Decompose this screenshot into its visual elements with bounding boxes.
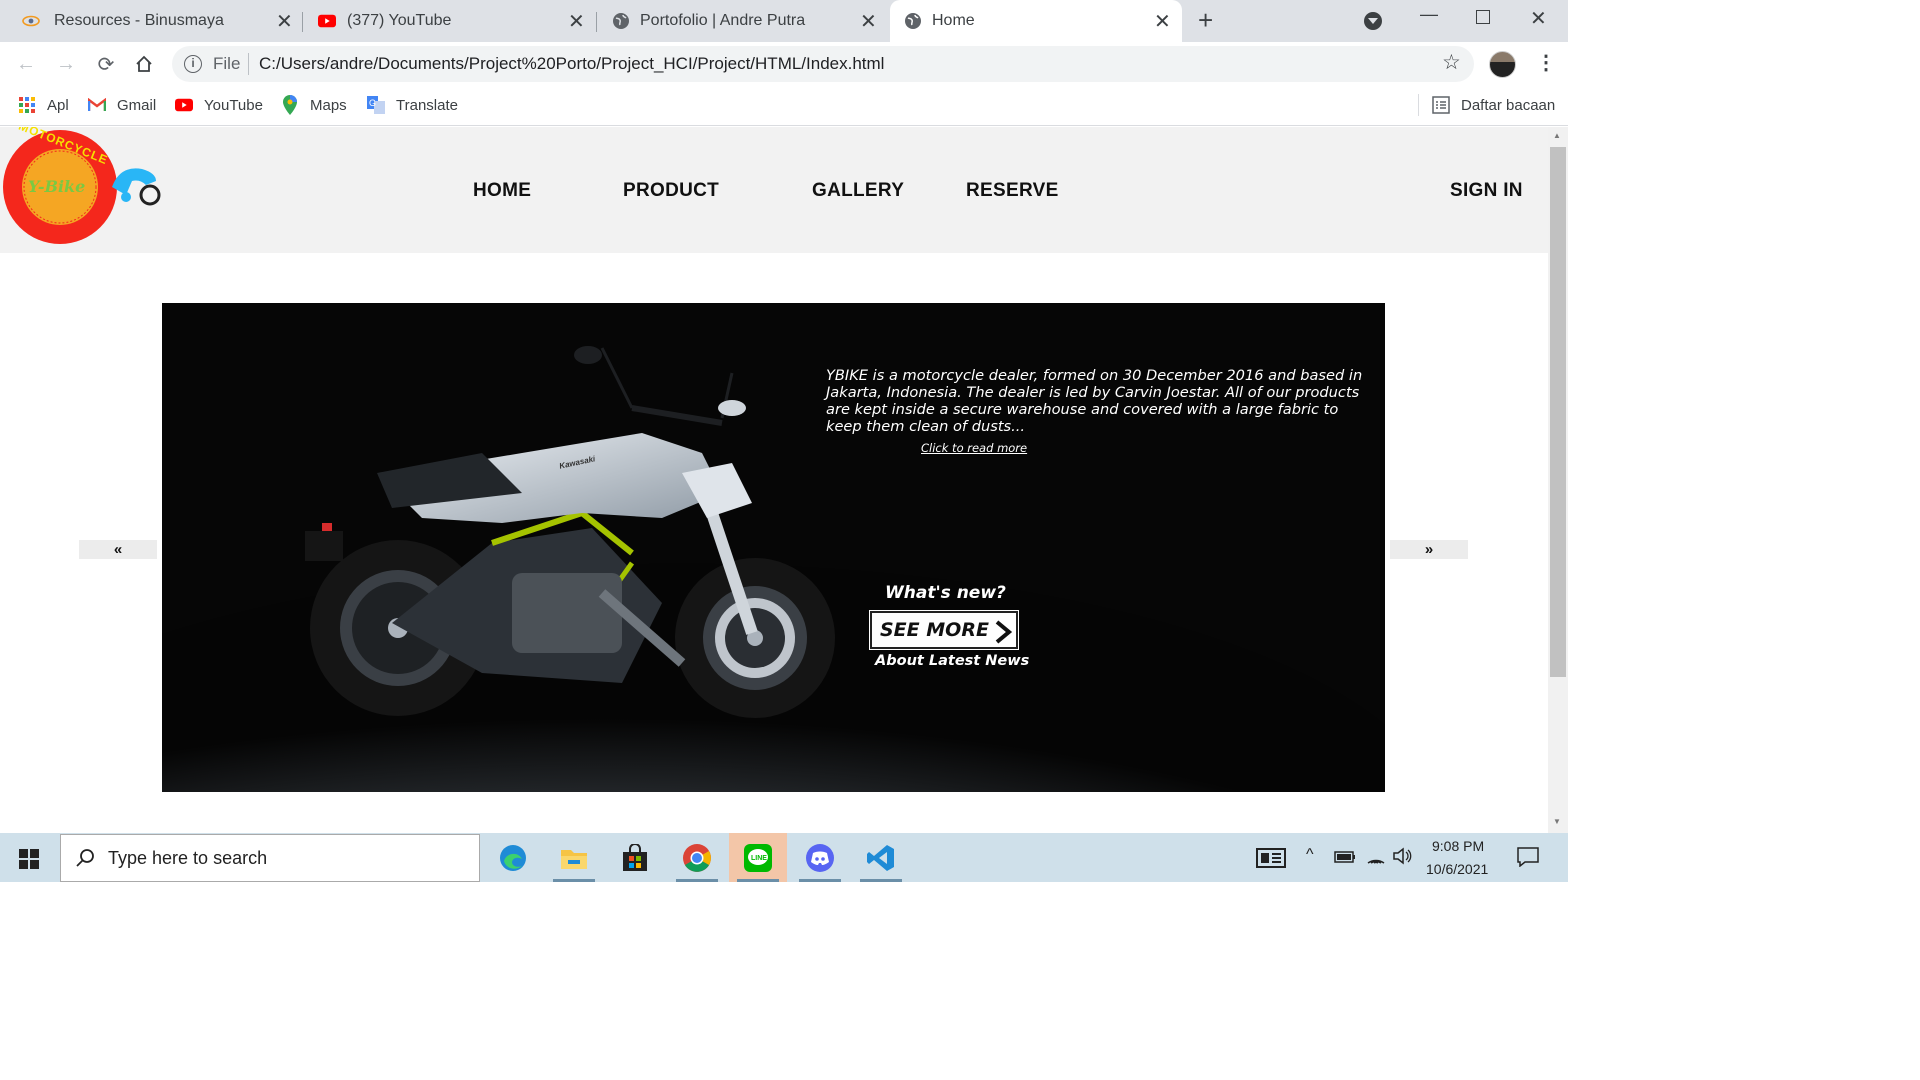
info-icon[interactable]: i xyxy=(184,55,202,73)
wifi-icon[interactable] xyxy=(1366,847,1386,870)
notifications-icon[interactable] xyxy=(1517,847,1539,872)
browser-toolbar: ← → ⟳ i File C:/Users/andre/Documents/Pr… xyxy=(0,42,1568,86)
tab-binusmaya[interactable]: Resources - Binusmaya ✕ xyxy=(0,0,302,42)
tab-title: Home xyxy=(932,12,975,29)
globe-icon xyxy=(612,12,630,30)
search-icon xyxy=(76,849,94,867)
page-scrollbar[interactable]: ▲ ▼ xyxy=(1548,127,1568,833)
svg-text:LINE: LINE xyxy=(751,855,767,862)
binusmaya-icon xyxy=(22,12,40,30)
windows-start-icon[interactable] xyxy=(19,849,39,874)
slider-next-button[interactable]: » xyxy=(1390,540,1468,559)
nav-home[interactable]: HOME xyxy=(473,180,531,202)
menu-dots-icon[interactable]: ⋮ xyxy=(1536,50,1556,75)
reload-icon[interactable]: ⟳ xyxy=(94,52,118,76)
volume-icon[interactable] xyxy=(1392,847,1412,870)
tab-strip: Resources - Binusmaya ✕ (377) YouTube ✕ … xyxy=(0,0,1568,42)
gmail-icon xyxy=(88,96,106,114)
nav-product[interactable]: PRODUCT xyxy=(623,180,719,202)
scheme-label: File xyxy=(213,54,241,73)
clock-date[interactable]: 10/6/2021 xyxy=(1426,861,1488,877)
taskbar-search-box[interactable]: Type here to search xyxy=(60,834,480,882)
bookmark-label: YouTube xyxy=(204,96,263,114)
nav-reserve[interactable]: RESERVE xyxy=(966,180,1059,202)
bookmarks-bar: Apl Gmail YouTube Maps G Translate Dafta… xyxy=(0,86,1568,126)
close-tab-icon[interactable]: ✕ xyxy=(1154,9,1171,34)
bookmark-maps[interactable]: Maps xyxy=(281,94,347,116)
tab-home[interactable]: Home ✕ xyxy=(890,0,1182,42)
close-tab-icon[interactable]: ✕ xyxy=(568,9,585,34)
bookmark-label: Gmail xyxy=(117,96,157,114)
site-header: MOTORCYCLE Y-Bike HOME PRODUCT GALLERY R… xyxy=(0,127,1548,253)
back-arrow-icon[interactable]: ← xyxy=(14,52,38,76)
reading-list[interactable]: Daftar bacaan xyxy=(1432,94,1555,116)
scroll-up-icon[interactable]: ▲ xyxy=(1553,131,1561,140)
tab-title: Resources - Binusmaya xyxy=(54,12,224,29)
windows-taskbar: Type here to search LINE ^ 9:08 PM 10/6/… xyxy=(0,833,1568,882)
translate-icon: G xyxy=(367,96,385,114)
apps-grid-icon xyxy=(18,96,36,114)
close-tab-icon[interactable]: ✕ xyxy=(276,9,293,34)
site-logo[interactable]: MOTORCYCLE Y-Bike xyxy=(2,127,167,245)
tab-youtube[interactable]: (377) YouTube ✕ xyxy=(302,0,594,42)
vscode-app-icon[interactable] xyxy=(852,833,910,882)
bookmark-label: Apl xyxy=(47,96,69,114)
forward-arrow-icon[interactable]: → xyxy=(54,52,78,76)
minimize-icon[interactable]: — xyxy=(1420,4,1438,25)
latest-news-label: About Latest News xyxy=(875,653,1030,669)
bookmark-translate[interactable]: G Translate xyxy=(367,94,458,116)
chevron-right-icon xyxy=(995,620,1013,644)
close-window-icon[interactable]: ✕ xyxy=(1530,6,1547,31)
home-icon[interactable] xyxy=(132,52,156,76)
nav-sign-in[interactable]: SIGN IN xyxy=(1450,180,1523,202)
address-bar[interactable]: i File C:/Users/andre/Documents/Project%… xyxy=(172,46,1474,82)
bookmark-label: Maps xyxy=(310,96,347,114)
tab-title: (377) YouTube xyxy=(347,12,452,29)
maps-pin-icon xyxy=(281,95,299,115)
youtube-icon xyxy=(175,96,193,114)
see-more-label: SEE MORE xyxy=(880,619,989,641)
battery-icon[interactable] xyxy=(1334,850,1356,869)
reading-list-label: Daftar bacaan xyxy=(1461,96,1556,114)
logo-center-text: Y-Bike xyxy=(28,177,86,196)
scroll-down-icon[interactable]: ▼ xyxy=(1553,817,1561,826)
see-more-button[interactable]: SEE MORE xyxy=(870,611,1018,649)
bookmark-star-icon[interactable]: ☆ xyxy=(1442,50,1461,75)
edge-app-icon[interactable] xyxy=(484,833,542,882)
tab-search-icon[interactable] xyxy=(1364,12,1382,30)
reading-list-icon xyxy=(1432,96,1450,114)
slider-prev-button[interactable]: « xyxy=(79,540,157,559)
restore-icon[interactable] xyxy=(1476,10,1490,24)
read-more-link[interactable]: Click to read more xyxy=(921,441,1027,455)
bookmark-youtube[interactable]: YouTube xyxy=(175,94,263,116)
store-app-icon[interactable] xyxy=(606,833,664,882)
globe-icon xyxy=(904,12,922,30)
discord-app-icon[interactable] xyxy=(791,833,849,882)
scroll-thumb[interactable] xyxy=(1550,147,1566,677)
avatar[interactable] xyxy=(1489,51,1516,78)
youtube-icon xyxy=(318,12,336,30)
file-explorer-icon[interactable] xyxy=(545,833,603,882)
search-placeholder: Type here to search xyxy=(108,848,268,868)
dealer-description: YBIKE is a motorcycle dealer, formed on … xyxy=(826,367,1363,435)
line-app-icon[interactable]: LINE xyxy=(729,833,787,882)
web-page: MOTORCYCLE Y-Bike HOME PRODUCT GALLERY R… xyxy=(0,127,1548,833)
clock-time[interactable]: 9:08 PM xyxy=(1432,838,1484,854)
bookmark-apl[interactable]: Apl xyxy=(18,94,69,116)
tab-portofolio[interactable]: Portofolio | Andre Putra ✕ xyxy=(596,0,888,42)
news-widget-icon[interactable] xyxy=(1256,848,1286,873)
new-tab-button[interactable]: + xyxy=(1198,5,1213,36)
hero-slider: Kawasaki YBIKE is a motorcycle dealer, f… xyxy=(162,303,1385,792)
nav-gallery[interactable]: GALLERY xyxy=(812,180,904,202)
svg-text:G: G xyxy=(369,98,376,108)
url-text[interactable]: C:/Users/andre/Documents/Project%20Porto… xyxy=(259,54,884,74)
chevron-up-icon[interactable]: ^ xyxy=(1306,846,1314,864)
whats-new-heading: What's new? xyxy=(885,583,1006,603)
bookmark-gmail[interactable]: Gmail xyxy=(88,94,156,116)
chrome-app-icon[interactable] xyxy=(668,833,726,882)
tab-title: Portofolio | Andre Putra xyxy=(640,12,806,29)
bookmark-label: Translate xyxy=(396,96,458,114)
close-tab-icon[interactable]: ✕ xyxy=(860,9,877,34)
